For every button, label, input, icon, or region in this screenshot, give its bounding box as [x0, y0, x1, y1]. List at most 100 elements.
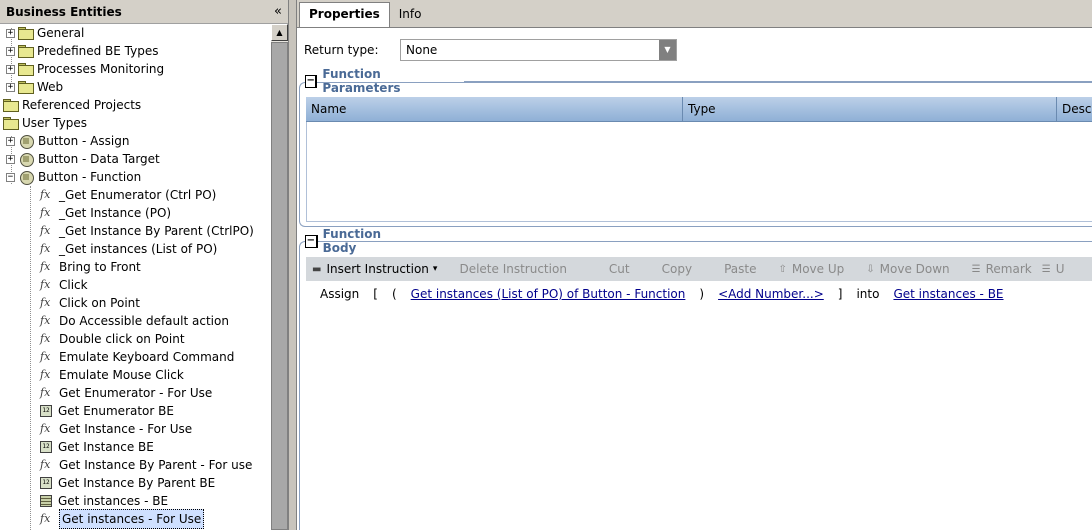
tree-item[interactable]: f𝑥 Click: [40, 276, 88, 294]
close-paren: ): [699, 287, 705, 301]
folder-icon: [18, 81, 34, 94]
tree-item[interactable]: f𝑥 Get instances - For Use: [40, 509, 205, 529]
source-expression-link[interactable]: Get instances (List of PO) of Button - F…: [411, 287, 686, 301]
tree-item-label: Get Instance - For Use: [59, 422, 193, 436]
tree-item[interactable]: + General: [6, 24, 84, 42]
target-link[interactable]: Get instances - BE: [893, 287, 1003, 301]
number-icon: 12: [40, 441, 52, 453]
copy-button[interactable]: Copy: [662, 262, 692, 276]
tree-item-label: _Get instances (List of PO): [59, 242, 218, 256]
tree-item-label: Get Enumerator - For Use: [59, 386, 213, 400]
expand-icon[interactable]: +: [6, 28, 15, 38]
tree-item[interactable]: User Types: [3, 114, 87, 132]
entity-icon: [18, 152, 34, 167]
function-icon: f𝑥: [40, 422, 51, 435]
expand-icon[interactable]: +: [6, 82, 15, 92]
column-header-description[interactable]: Desc: [1057, 97, 1092, 122]
return-type-select[interactable]: None ▼: [400, 39, 677, 61]
tree-item-label: _Get Enumerator (Ctrl PO): [59, 188, 217, 202]
expand-icon[interactable]: +: [6, 154, 15, 164]
tree-item-label: Get Enumerator BE: [58, 404, 174, 418]
instruction-toolbar: ▬ Insert Instruction ▾ Delete Instructio…: [306, 257, 1092, 281]
return-type-label: Return type:: [304, 43, 379, 57]
tree-item[interactable]: f𝑥 Bring to Front: [40, 258, 141, 276]
tree-item[interactable]: f𝑥 Emulate Keyboard Command: [40, 348, 234, 366]
tree-item-label: Click on Point: [59, 296, 140, 310]
insert-icon: ▬: [312, 263, 322, 275]
tree-item[interactable]: + Predefined BE Types: [6, 42, 159, 60]
tab-info[interactable]: Info: [390, 3, 431, 27]
tree-item-label: Emulate Keyboard Command: [59, 350, 235, 364]
tree-item[interactable]: f𝑥 Get Enumerator - For Use: [40, 384, 212, 402]
cut-button[interactable]: Cut: [609, 262, 630, 276]
tree-item[interactable]: f𝑥 Do Accessible default action: [40, 312, 229, 330]
move-down-button[interactable]: ⇩ Move Down: [866, 262, 949, 276]
function-icon: f𝑥: [40, 332, 51, 345]
unremark-button[interactable]: ☰ U: [1042, 262, 1065, 276]
parameters-table-body[interactable]: [306, 122, 1092, 222]
add-number-link[interactable]: <Add Number...>: [718, 287, 824, 301]
chevron-down-icon[interactable]: ▼: [659, 40, 676, 60]
function-icon: f𝑥: [40, 278, 51, 291]
tree-item[interactable]: f𝑥 _Get Instance (PO): [40, 204, 171, 222]
tree-item[interactable]: + Button - Data Target: [6, 150, 160, 168]
tree-item[interactable]: f𝑥 _Get Enumerator (Ctrl PO): [40, 186, 216, 204]
collapse-icon[interactable]: «: [274, 4, 282, 19]
tree-item[interactable]: f𝑥 Get Instance - For Use: [40, 420, 192, 438]
panel-splitter[interactable]: [289, 0, 297, 530]
tree-item[interactable]: f𝑥 _Get instances (List of PO): [40, 240, 217, 258]
tree-item[interactable]: − Button - Function: [6, 168, 141, 186]
tree-scrollbar[interactable]: ▲: [271, 24, 288, 530]
remark-button[interactable]: ☰ Remark: [972, 262, 1032, 276]
collapse-section-icon[interactable]: −: [305, 74, 318, 88]
tree-item[interactable]: 12 Get Instance By Parent BE: [40, 474, 215, 492]
tree-item[interactable]: f𝑥 Emulate Mouse Click: [40, 366, 184, 384]
tree-item[interactable]: 12 Get Enumerator BE: [40, 402, 174, 420]
open-paren: (: [391, 287, 397, 301]
expand-icon[interactable]: +: [6, 46, 15, 56]
tab-properties[interactable]: Properties: [299, 2, 390, 27]
move-down-icon: ⇩: [866, 263, 875, 275]
instruction-line[interactable]: Assign [ ( Get instances (List of PO) of…: [320, 287, 1018, 301]
tree-item[interactable]: f𝑥 Double click on Point: [40, 330, 185, 348]
tree-item-label: Get Instance BE: [58, 440, 154, 454]
tree-item[interactable]: + Processes Monitoring: [6, 60, 164, 78]
function-icon: f𝑥: [40, 260, 51, 273]
paste-button[interactable]: Paste: [724, 262, 756, 276]
panel-title: Business Entities: [6, 4, 122, 19]
tree-item-label: Button - Data Target: [38, 152, 160, 166]
tree-item[interactable]: Referenced Projects: [3, 96, 141, 114]
tree-item[interactable]: 12 Get Instance BE: [40, 438, 154, 456]
tree-item[interactable]: f𝑥 Click on Point: [40, 294, 140, 312]
tree-item[interactable]: + Button - Assign: [6, 132, 129, 150]
tree-item[interactable]: + Web: [6, 78, 63, 96]
move-up-button[interactable]: ⇧ Move Up: [778, 262, 844, 276]
delete-instruction-button[interactable]: Delete Instruction: [459, 262, 566, 276]
insert-instruction-button[interactable]: ▬ Insert Instruction ▾: [312, 262, 437, 276]
number-icon: 12: [40, 477, 52, 489]
collapse-section-icon[interactable]: −: [305, 234, 318, 248]
collapse-icon[interactable]: −: [6, 172, 15, 182]
tree-item-label: Get Instance By Parent BE: [58, 476, 216, 490]
column-header-name[interactable]: Name: [306, 97, 683, 122]
tree-item-label: Predefined BE Types: [37, 44, 159, 58]
folder-icon: [18, 27, 34, 40]
column-header-type[interactable]: Type: [683, 97, 1057, 122]
tree-item-label: General: [37, 26, 85, 40]
function-icon: f𝑥: [40, 242, 51, 255]
entity-icon: [18, 170, 34, 185]
tree-item[interactable]: Get instances - BE: [40, 492, 168, 510]
properties-panel: Properties Info Return type: None ▼ − Fu…: [297, 0, 1092, 530]
tree-item[interactable]: f𝑥 _Get Instance By Parent (CtrlPO): [40, 222, 254, 240]
folder-icon: [3, 99, 19, 112]
into-keyword: into: [856, 287, 880, 301]
tree-item-label: Button - Function: [38, 170, 142, 184]
tree-item[interactable]: f𝑥 Get Instance By Parent - For use: [40, 456, 252, 474]
tab-bar: Properties Info: [297, 0, 1092, 28]
tree-item-label: _Get Instance (PO): [59, 206, 172, 220]
expand-icon[interactable]: +: [6, 136, 15, 146]
scroll-up-icon[interactable]: ▲: [271, 24, 288, 41]
expand-icon[interactable]: +: [6, 64, 15, 74]
scroll-thumb[interactable]: [271, 42, 288, 530]
tree-item-label: User Types: [22, 116, 87, 130]
